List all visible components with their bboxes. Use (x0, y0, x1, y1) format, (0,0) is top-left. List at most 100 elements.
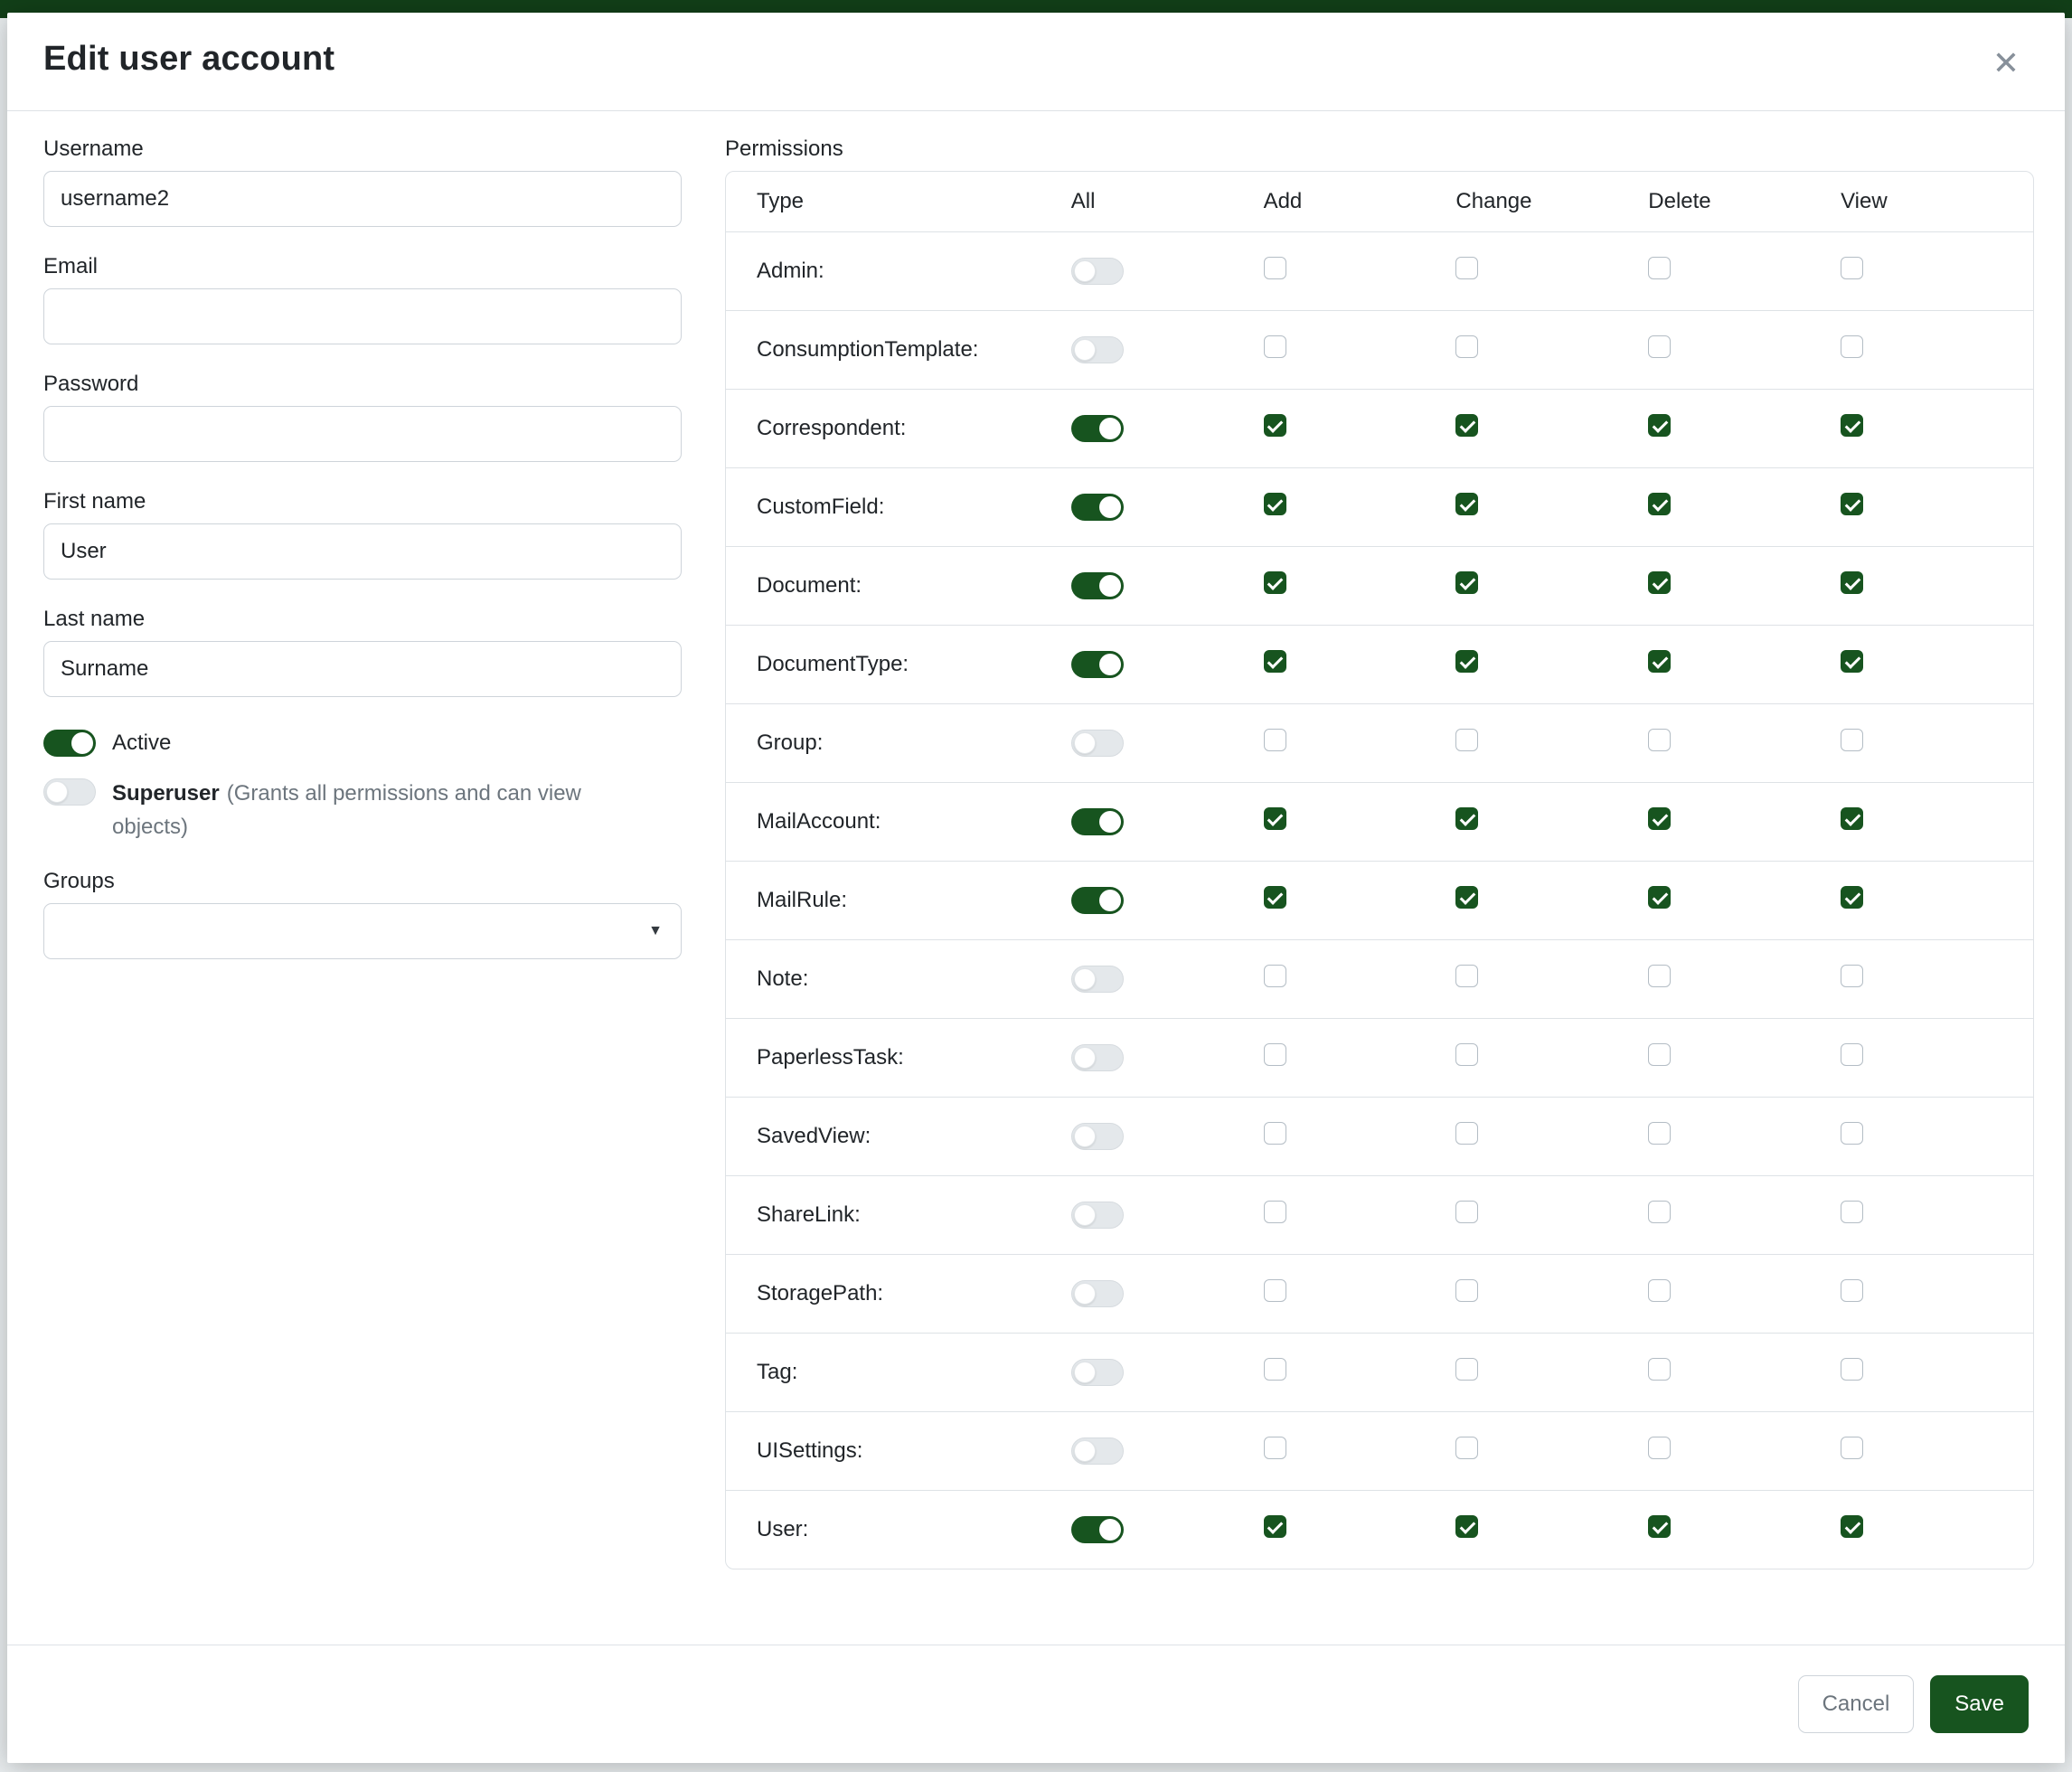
column-header-add: Add (1264, 189, 1456, 214)
permission-delete-checkbox[interactable] (1648, 650, 1671, 673)
permission-view-checkbox[interactable] (1841, 1043, 1863, 1066)
permission-all-toggle[interactable] (1071, 572, 1124, 599)
permission-view-checkbox[interactable] (1841, 571, 1863, 594)
permission-change-checkbox[interactable] (1455, 886, 1478, 909)
permission-add-checkbox[interactable] (1264, 650, 1286, 673)
permission-change-checkbox[interactable] (1455, 807, 1478, 830)
groups-select[interactable]: ▼ (43, 903, 682, 959)
password-field[interactable] (43, 406, 682, 462)
permission-change-checkbox[interactable] (1455, 1437, 1478, 1459)
permission-add-checkbox[interactable] (1264, 1279, 1286, 1302)
permission-change-checkbox[interactable] (1455, 1122, 1478, 1145)
permission-change-checkbox[interactable] (1455, 1358, 1478, 1381)
permission-view-checkbox[interactable] (1841, 1358, 1863, 1381)
permission-delete-checkbox[interactable] (1648, 1437, 1671, 1459)
permission-delete-checkbox[interactable] (1648, 1201, 1671, 1223)
permission-delete-checkbox[interactable] (1648, 1043, 1671, 1066)
permission-change-checkbox[interactable] (1455, 965, 1478, 987)
superuser-toggle[interactable] (43, 778, 96, 806)
username-input[interactable] (43, 171, 682, 227)
email-field[interactable] (43, 288, 682, 344)
permission-change-checkbox[interactable] (1455, 1201, 1478, 1223)
permission-all-toggle[interactable] (1071, 1202, 1124, 1229)
permission-view-checkbox[interactable] (1841, 1201, 1863, 1223)
permission-all-toggle[interactable] (1071, 1516, 1124, 1543)
permission-add-checkbox[interactable] (1264, 1201, 1286, 1223)
permission-add-checkbox[interactable] (1264, 729, 1286, 751)
permission-change-checkbox[interactable] (1455, 414, 1478, 437)
permission-add-checkbox[interactable] (1264, 571, 1286, 594)
permission-change-checkbox[interactable] (1455, 493, 1478, 515)
active-toggle[interactable] (43, 730, 96, 757)
permission-change-checkbox[interactable] (1455, 650, 1478, 673)
permission-delete-checkbox[interactable] (1648, 1122, 1671, 1145)
permission-view-checkbox[interactable] (1841, 729, 1863, 751)
toggle-knob (1099, 890, 1121, 911)
permission-view-checkbox[interactable] (1841, 257, 1863, 279)
permission-add-checkbox[interactable] (1264, 257, 1286, 279)
permission-add-checkbox[interactable] (1264, 1043, 1286, 1066)
permission-all-toggle[interactable] (1071, 1280, 1124, 1307)
permission-all-toggle[interactable] (1071, 1359, 1124, 1386)
permission-all-toggle[interactable] (1071, 651, 1124, 678)
permission-all-toggle[interactable] (1071, 1123, 1124, 1150)
permission-add-checkbox[interactable] (1264, 886, 1286, 909)
permission-delete-checkbox[interactable] (1648, 571, 1671, 594)
permission-delete-checkbox[interactable] (1648, 886, 1671, 909)
permission-all-toggle[interactable] (1071, 887, 1124, 914)
permission-delete-checkbox[interactable] (1648, 493, 1671, 515)
permission-delete-checkbox[interactable] (1648, 807, 1671, 830)
permission-all-toggle[interactable] (1071, 1044, 1124, 1071)
permission-view-checkbox[interactable] (1841, 1515, 1863, 1538)
permission-add-checkbox[interactable] (1264, 965, 1286, 987)
permission-all-toggle[interactable] (1071, 494, 1124, 521)
permission-change-checkbox[interactable] (1455, 1279, 1478, 1302)
permission-add-checkbox[interactable] (1264, 1515, 1286, 1538)
permission-delete-checkbox[interactable] (1648, 729, 1671, 751)
permission-change-checkbox[interactable] (1455, 571, 1478, 594)
permission-view-checkbox[interactable] (1841, 650, 1863, 673)
permission-all-toggle[interactable] (1071, 966, 1124, 993)
permission-view-checkbox[interactable] (1841, 1437, 1863, 1459)
permission-add-checkbox[interactable] (1264, 493, 1286, 515)
permission-change-checkbox[interactable] (1455, 1043, 1478, 1066)
cancel-button[interactable]: Cancel (1798, 1675, 1915, 1733)
first-name-field[interactable] (43, 523, 682, 580)
permission-all-toggle[interactable] (1071, 258, 1124, 285)
close-icon[interactable]: ✕ (1983, 40, 2029, 87)
permission-view-checkbox[interactable] (1841, 1279, 1863, 1302)
permission-delete-checkbox[interactable] (1648, 965, 1671, 987)
permission-change-checkbox[interactable] (1455, 335, 1478, 358)
permission-delete-checkbox[interactable] (1648, 414, 1671, 437)
permission-all-toggle[interactable] (1071, 415, 1124, 442)
permission-view-checkbox[interactable] (1841, 965, 1863, 987)
permission-change-checkbox[interactable] (1455, 257, 1478, 279)
permission-add-checkbox[interactable] (1264, 414, 1286, 437)
permission-type-label: UISettings: (726, 1438, 1071, 1464)
permission-add-checkbox[interactable] (1264, 1437, 1286, 1459)
permission-add-checkbox[interactable] (1264, 807, 1286, 830)
permission-type-label: CustomField: (726, 495, 1071, 520)
last-name-field[interactable] (43, 641, 682, 697)
permission-change-checkbox[interactable] (1455, 1515, 1478, 1538)
permission-all-toggle[interactable] (1071, 336, 1124, 363)
permission-all-toggle[interactable] (1071, 808, 1124, 835)
permission-delete-checkbox[interactable] (1648, 335, 1671, 358)
permission-add-checkbox[interactable] (1264, 1122, 1286, 1145)
permission-delete-checkbox[interactable] (1648, 1279, 1671, 1302)
permission-delete-checkbox[interactable] (1648, 257, 1671, 279)
permission-view-checkbox[interactable] (1841, 493, 1863, 515)
permission-all-toggle[interactable] (1071, 1437, 1124, 1465)
permission-view-checkbox[interactable] (1841, 414, 1863, 437)
permission-change-checkbox[interactable] (1455, 729, 1478, 751)
permission-view-checkbox[interactable] (1841, 886, 1863, 909)
permission-view-checkbox[interactable] (1841, 335, 1863, 358)
permission-view-checkbox[interactable] (1841, 1122, 1863, 1145)
save-button[interactable]: Save (1930, 1675, 2029, 1733)
permission-delete-checkbox[interactable] (1648, 1515, 1671, 1538)
permission-view-checkbox[interactable] (1841, 807, 1863, 830)
permission-add-checkbox[interactable] (1264, 1358, 1286, 1381)
permission-delete-checkbox[interactable] (1648, 1358, 1671, 1381)
permission-add-checkbox[interactable] (1264, 335, 1286, 358)
permission-all-toggle[interactable] (1071, 730, 1124, 757)
